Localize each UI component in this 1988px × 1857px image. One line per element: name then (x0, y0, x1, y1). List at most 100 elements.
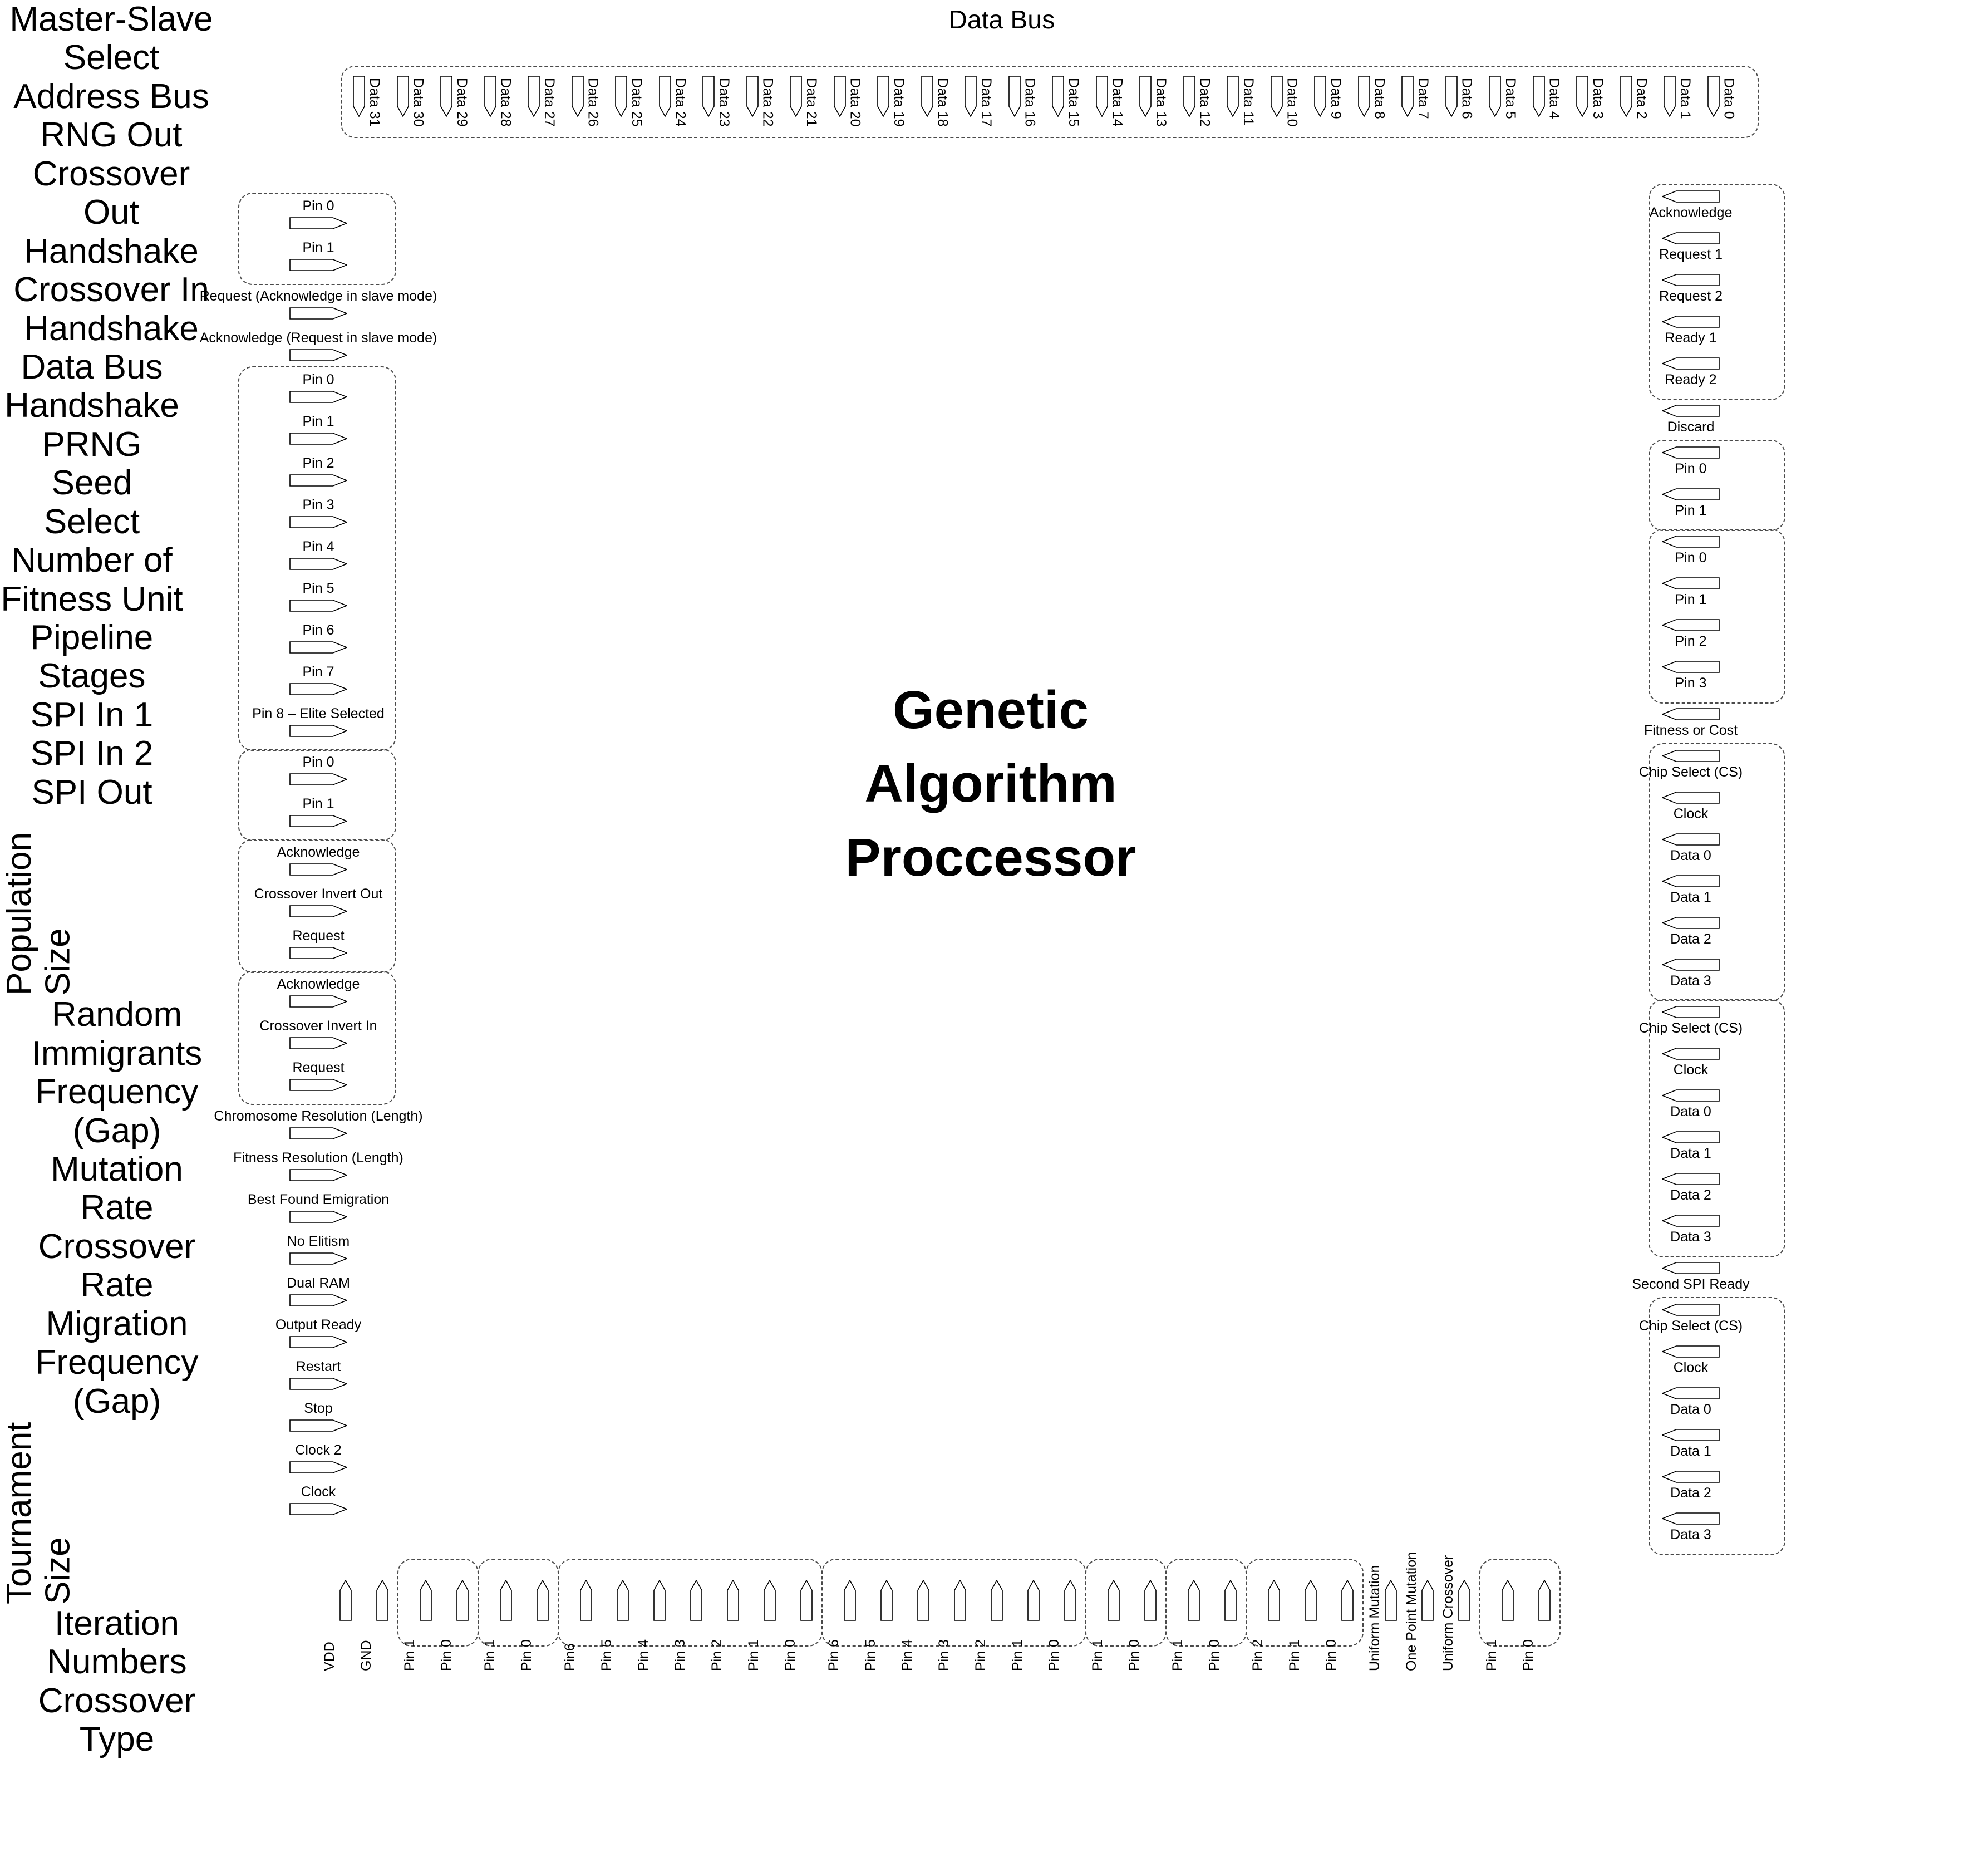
left-pin-arrow-pin-0[interactable] (289, 390, 347, 404)
left-pin-arrow-acknowledge[interactable] (289, 994, 347, 1009)
data-bus-pin-arrow-data-17[interactable] (963, 76, 978, 117)
bottom-pin-arrow-pin-0[interactable] (1340, 1580, 1355, 1621)
right-pin-arrow-data-0[interactable] (1662, 1088, 1720, 1103)
right-pin-arrow-pin-1[interactable] (1662, 576, 1720, 591)
bottom-pin-arrow-pin-2[interactable] (990, 1580, 1004, 1621)
right-pin-arrow-data-1[interactable] (1662, 874, 1720, 888)
data-bus-pin-arrow-data-3[interactable] (1575, 76, 1590, 117)
bottom-pin-arrow-pin-4[interactable] (916, 1580, 931, 1621)
left-pin-arrow-acknowledge[interactable] (289, 862, 347, 877)
data-bus-pin-arrow-data-29[interactable] (439, 76, 454, 117)
right-pin-arrow-data-3[interactable] (1662, 1214, 1720, 1228)
left-pin-arrow-best-found-emigration[interactable] (289, 1210, 347, 1224)
data-bus-pin-arrow-data-19[interactable] (876, 76, 890, 117)
data-bus-pin-arrow-data-22[interactable] (745, 76, 760, 117)
right-pin-arrow-fitness-or-cost[interactable] (1662, 707, 1720, 721)
data-bus-pin-arrow-data-6[interactable] (1444, 76, 1459, 117)
bottom-pin-arrow-pin-1[interactable] (1187, 1580, 1201, 1621)
left-pin-arrow-stop[interactable] (289, 1418, 347, 1433)
right-pin-arrow-pin-0[interactable] (1662, 534, 1720, 549)
bottom-pin-arrow-pin-5[interactable] (616, 1580, 630, 1621)
bottom-pin-arrow-pin-0[interactable] (1223, 1580, 1238, 1621)
bottom-pin-arrow-pin-0[interactable] (535, 1580, 550, 1621)
left-pin-arrow-pin-7[interactable] (289, 682, 347, 696)
bottom-pin-arrow-pin6[interactable] (579, 1580, 593, 1621)
data-bus-pin-arrow-data-26[interactable] (570, 76, 585, 117)
left-pin-arrow-pin-0[interactable] (289, 216, 347, 230)
left-pin-arrow-clock[interactable] (289, 1502, 347, 1516)
bottom-pin-arrow-pin-3[interactable] (953, 1580, 967, 1621)
left-pin-arrow-pin-2[interactable] (289, 473, 347, 488)
data-bus-pin-arrow-data-24[interactable] (658, 76, 672, 117)
left-pin-arrow-dual-ram[interactable] (289, 1293, 347, 1308)
left-pin-arrow-no-elitism[interactable] (289, 1251, 347, 1266)
right-pin-arrow-chip-select-cs[interactable] (1662, 1005, 1720, 1019)
bottom-pin-arrow-pin-1[interactable] (1106, 1580, 1121, 1621)
bottom-pin-arrow-pin-0[interactable] (1143, 1580, 1158, 1621)
bottom-pin-arrow-pin-6[interactable] (843, 1580, 857, 1621)
bottom-pin-arrow-pin-1[interactable] (499, 1580, 513, 1621)
right-pin-arrow-clock[interactable] (1662, 1344, 1720, 1359)
data-bus-pin-arrow-data-23[interactable] (701, 76, 716, 117)
data-bus-pin-arrow-data-2[interactable] (1619, 76, 1633, 117)
right-pin-arrow-data-1[interactable] (1662, 1130, 1720, 1144)
bottom-pin-arrow-pin-2[interactable] (726, 1580, 740, 1621)
left-pin-arrow-fitness-resolution-length[interactable] (289, 1168, 347, 1182)
bottom-pin-arrow-pin-0[interactable] (1063, 1580, 1077, 1621)
bottom-pin-arrow-one-point-mutation[interactable] (1420, 1580, 1435, 1621)
data-bus-pin-arrow-data-5[interactable] (1488, 76, 1502, 117)
data-bus-pin-arrow-data-25[interactable] (614, 76, 628, 117)
data-bus-pin-arrow-data-28[interactable] (483, 76, 498, 117)
bottom-pin-arrow-gnd[interactable] (375, 1580, 390, 1621)
data-bus-pin-arrow-data-12[interactable] (1182, 76, 1197, 117)
bottom-pin-arrow-pin-0[interactable] (799, 1580, 814, 1621)
right-pin-arrow-data-2[interactable] (1662, 1172, 1720, 1186)
data-bus-pin-arrow-data-13[interactable] (1138, 76, 1153, 117)
data-bus-pin-arrow-data-7[interactable] (1400, 76, 1415, 117)
right-pin-arrow-data-3[interactable] (1662, 1511, 1720, 1526)
data-bus-pin-arrow-data-30[interactable] (396, 76, 410, 117)
right-pin-arrow-ready-2[interactable] (1662, 356, 1720, 371)
data-bus-pin-arrow-data-27[interactable] (526, 76, 541, 117)
data-bus-pin-arrow-data-20[interactable] (833, 76, 847, 117)
right-pin-arrow-request-2[interactable] (1662, 273, 1720, 287)
data-bus-pin-arrow-data-8[interactable] (1357, 76, 1371, 117)
left-pin-arrow-pin-6[interactable] (289, 640, 347, 655)
data-bus-pin-arrow-data-21[interactable] (789, 76, 803, 117)
left-pin-arrow-acknowledge-request-in-slave-mode[interactable] (289, 348, 347, 362)
left-pin-arrow-request[interactable] (289, 1078, 347, 1092)
left-pin-arrow-pin-4[interactable] (289, 557, 347, 571)
left-pin-arrow-request-acknowledge-in-slave-mode[interactable] (289, 306, 347, 321)
left-pin-arrow-pin-1[interactable] (289, 258, 347, 272)
bottom-pin-arrow-pin-4[interactable] (652, 1580, 667, 1621)
left-pin-arrow-pin-8-elite-selected[interactable] (289, 724, 347, 738)
right-pin-arrow-second-spi-ready[interactable] (1662, 1261, 1720, 1275)
data-bus-pin-arrow-data-16[interactable] (1007, 76, 1022, 117)
left-pin-arrow-crossover-invert-out[interactable] (289, 904, 347, 918)
bottom-pin-arrow-pin-1[interactable] (1303, 1580, 1318, 1621)
right-pin-arrow-clock[interactable] (1662, 790, 1720, 805)
left-pin-arrow-pin-3[interactable] (289, 515, 347, 529)
bottom-pin-arrow-vdd[interactable] (338, 1580, 353, 1621)
right-pin-arrow-clock[interactable] (1662, 1047, 1720, 1061)
right-pin-arrow-pin-3[interactable] (1662, 660, 1720, 674)
left-pin-arrow-crossover-invert-in[interactable] (289, 1036, 347, 1050)
bottom-pin-arrow-pin-5[interactable] (879, 1580, 894, 1621)
right-pin-arrow-ready-1[interactable] (1662, 315, 1720, 329)
right-pin-arrow-chip-select-cs[interactable] (1662, 749, 1720, 763)
bottom-pin-arrow-uniform-crossover[interactable] (1457, 1580, 1472, 1621)
bottom-pin-arrow-uniform-mutation[interactable] (1384, 1580, 1398, 1621)
left-pin-arrow-clock-2[interactable] (289, 1460, 347, 1475)
data-bus-pin-arrow-data-15[interactable] (1051, 76, 1065, 117)
left-pin-arrow-restart[interactable] (289, 1377, 347, 1391)
data-bus-pin-arrow-data-4[interactable] (1532, 76, 1546, 117)
right-pin-arrow-discard[interactable] (1662, 404, 1720, 418)
left-pin-arrow-pin-1[interactable] (289, 814, 347, 828)
right-pin-arrow-data-0[interactable] (1662, 1386, 1720, 1401)
right-pin-arrow-chip-select-cs[interactable] (1662, 1303, 1720, 1317)
data-bus-pin-arrow-data-10[interactable] (1269, 76, 1284, 117)
right-pin-arrow-acknowledge[interactable] (1662, 189, 1720, 204)
left-pin-arrow-pin-1[interactable] (289, 431, 347, 446)
right-pin-arrow-request-1[interactable] (1662, 231, 1720, 245)
bottom-pin-arrow-pin-2[interactable] (1267, 1580, 1281, 1621)
